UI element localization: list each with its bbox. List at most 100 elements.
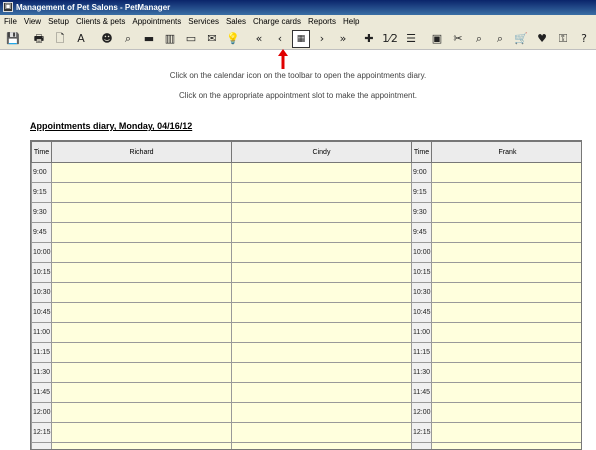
- time-cell: 11:30: [411, 362, 432, 383]
- appointment-slot-frank[interactable]: [431, 342, 581, 363]
- staff-header-richard: Richard: [51, 141, 232, 163]
- time-cell: 10:30: [31, 282, 52, 303]
- sort-icon[interactable]: 1⁄2: [381, 30, 399, 48]
- appointment-slot-cindy[interactable]: [231, 222, 412, 243]
- appointment-slot-cindy[interactable]: [231, 382, 412, 403]
- appointment-slot-richard[interactable]: [51, 402, 232, 423]
- pets-icon[interactable]: ✚: [360, 30, 378, 48]
- instruction-line-2: Click on the appropriate appointment slo…: [179, 91, 417, 100]
- appointment-slot-richard[interactable]: [51, 442, 232, 449]
- appointment-slot-cindy[interactable]: [231, 422, 412, 443]
- barcode-icon[interactable]: ▥: [161, 30, 179, 48]
- appointment-slot-frank[interactable]: [431, 222, 581, 243]
- key-icon[interactable]: ⚿: [554, 30, 572, 48]
- table-row: 10:30 10:30: [31, 282, 581, 303]
- time-cell: 9:45: [31, 222, 52, 243]
- appointment-slot-richard[interactable]: [51, 162, 232, 183]
- help-icon[interactable]: ?: [575, 30, 593, 48]
- appointment-slot-frank[interactable]: [431, 202, 581, 223]
- time-cell: 10:45: [411, 302, 432, 323]
- save-icon[interactable]: 💾: [4, 30, 22, 48]
- appointment-slot-cindy[interactable]: [231, 302, 412, 323]
- font-icon[interactable]: A: [72, 30, 90, 48]
- appointment-slot-richard[interactable]: [51, 282, 232, 303]
- menu-appointments[interactable]: Appointments: [132, 15, 181, 28]
- menu-sales[interactable]: Sales: [226, 15, 246, 28]
- window-title: Management of Pet Salons - PetManager: [16, 3, 171, 12]
- appointment-slot-cindy[interactable]: [231, 262, 412, 283]
- menu-reports[interactable]: Reports: [308, 15, 336, 28]
- time-cell: 11:15: [411, 342, 432, 363]
- appointment-slot-richard[interactable]: [51, 242, 232, 263]
- appointment-slot-frank[interactable]: [431, 262, 581, 283]
- time-cell: 10:45: [31, 302, 52, 323]
- appointment-slot-frank[interactable]: [431, 402, 581, 423]
- appointment-slot-frank[interactable]: [431, 322, 581, 343]
- appointment-slot-richard[interactable]: [51, 382, 232, 403]
- appointment-slot-richard[interactable]: [51, 362, 232, 383]
- last-icon[interactable]: »: [334, 30, 352, 48]
- appointment-slot-cindy[interactable]: [231, 342, 412, 363]
- binoculars-icon[interactable]: ⌕: [119, 30, 137, 48]
- appointment-slot-richard[interactable]: [51, 222, 232, 243]
- computer-icon[interactable]: ▣: [428, 30, 446, 48]
- appointment-slot-frank[interactable]: [431, 302, 581, 323]
- appointment-slot-richard[interactable]: [51, 342, 232, 363]
- menu-view[interactable]: View: [24, 15, 41, 28]
- appointment-slot-frank[interactable]: [431, 282, 581, 303]
- heart-icon[interactable]: ♥: [533, 30, 551, 48]
- appointment-slot-cindy[interactable]: [231, 182, 412, 203]
- appointment-slot-frank[interactable]: [431, 442, 581, 449]
- appointment-slot-cindy[interactable]: [231, 242, 412, 263]
- appointment-slot-frank[interactable]: [431, 422, 581, 443]
- menu-file[interactable]: File: [4, 15, 17, 28]
- appointment-slot-frank[interactable]: [431, 242, 581, 263]
- appointment-slot-richard[interactable]: [51, 262, 232, 283]
- appointment-slot-frank[interactable]: [431, 162, 581, 183]
- search-icon[interactable]: ⌕: [470, 30, 488, 48]
- time-cell: 10:30: [411, 282, 432, 303]
- appointment-slot-richard[interactable]: [51, 202, 232, 223]
- print-icon[interactable]: 🖶: [30, 30, 48, 48]
- scissors-icon[interactable]: ✂: [449, 30, 467, 48]
- appointment-slot-cindy[interactable]: [231, 442, 412, 449]
- appointment-slot-cindy[interactable]: [231, 202, 412, 223]
- appointment-slot-richard[interactable]: [51, 302, 232, 323]
- appointment-slot-richard[interactable]: [51, 182, 232, 203]
- lightbulb-icon[interactable]: 💡: [224, 30, 242, 48]
- appointment-slot-frank[interactable]: [431, 182, 581, 203]
- appointment-slot-cindy[interactable]: [231, 362, 412, 383]
- cart-icon[interactable]: 🛒: [512, 30, 530, 48]
- table-row: 11:30 11:30: [31, 362, 581, 383]
- appointment-slot-cindy[interactable]: [231, 322, 412, 343]
- notes-icon[interactable]: ☰: [402, 30, 420, 48]
- menu-charge-cards[interactable]: Charge cards: [253, 15, 301, 28]
- time-cell: 12:00: [31, 402, 52, 423]
- print-preview-icon[interactable]: 🗋: [51, 30, 69, 48]
- appointment-slot-frank[interactable]: [431, 382, 581, 403]
- card-icon[interactable]: ▭: [182, 30, 200, 48]
- table-row: 9:00 9:00: [31, 162, 581, 183]
- client-icon[interactable]: ☻: [98, 30, 116, 48]
- id-card-icon[interactable]: ▬: [140, 30, 158, 48]
- appointment-slot-richard[interactable]: [51, 422, 232, 443]
- first-icon[interactable]: «: [250, 30, 268, 48]
- appointment-slot-cindy[interactable]: [231, 402, 412, 423]
- table-row: 12:15 12:15: [31, 422, 581, 443]
- menu-help[interactable]: Help: [343, 15, 359, 28]
- menu-services[interactable]: Services: [188, 15, 219, 28]
- time-cell: 12:30: [411, 442, 432, 449]
- time-cell: 11:15: [31, 342, 52, 363]
- next-icon[interactable]: ›: [313, 30, 331, 48]
- appointment-slot-cindy[interactable]: [231, 282, 412, 303]
- appointment-slot-frank[interactable]: [431, 362, 581, 383]
- search-icon-2[interactable]: ⌕: [491, 30, 509, 48]
- menu-clients-pets[interactable]: Clients & pets: [76, 15, 125, 28]
- appointment-slot-cindy[interactable]: [231, 162, 412, 183]
- calendar-icon[interactable]: ▦: [292, 29, 310, 48]
- menu-setup[interactable]: Setup: [48, 15, 69, 28]
- time-cell: 10:00: [411, 242, 432, 263]
- email-icon[interactable]: ✉: [203, 30, 221, 48]
- appointment-slot-richard[interactable]: [51, 322, 232, 343]
- previous-icon[interactable]: ‹: [271, 30, 289, 48]
